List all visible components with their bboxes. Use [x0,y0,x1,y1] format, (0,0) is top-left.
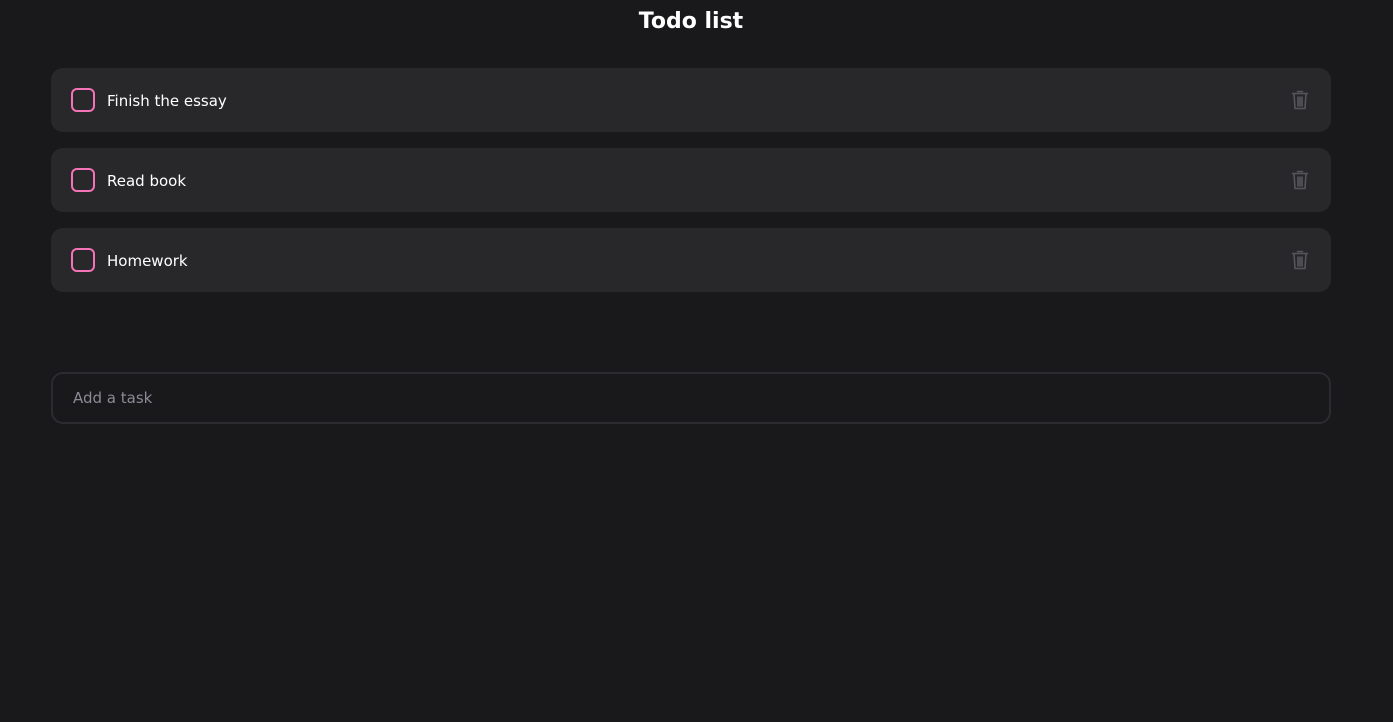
delete-todo-button[interactable] [1290,248,1310,272]
todo-checkbox[interactable] [71,168,95,192]
todo-label: Finish the essay [107,92,227,110]
trash-icon [1291,169,1309,191]
todo-item: Read book [51,148,1331,212]
todo-label: Homework [107,252,188,270]
todo-app: Todo list Finish the essay Read book Hom… [0,0,1393,722]
todo-list: Finish the essay Read book Homework [51,68,1331,308]
page-title: Todo list [638,9,744,34]
add-task-input[interactable] [51,372,1331,424]
trash-icon [1291,249,1309,271]
todo-item: Finish the essay [51,68,1331,132]
delete-todo-button[interactable] [1290,88,1310,112]
delete-todo-button[interactable] [1290,168,1310,192]
todo-checkbox[interactable] [71,88,95,112]
todo-item: Homework [51,228,1331,292]
trash-icon [1291,89,1309,111]
todo-label: Read book [107,172,187,190]
todo-checkbox[interactable] [71,248,95,272]
